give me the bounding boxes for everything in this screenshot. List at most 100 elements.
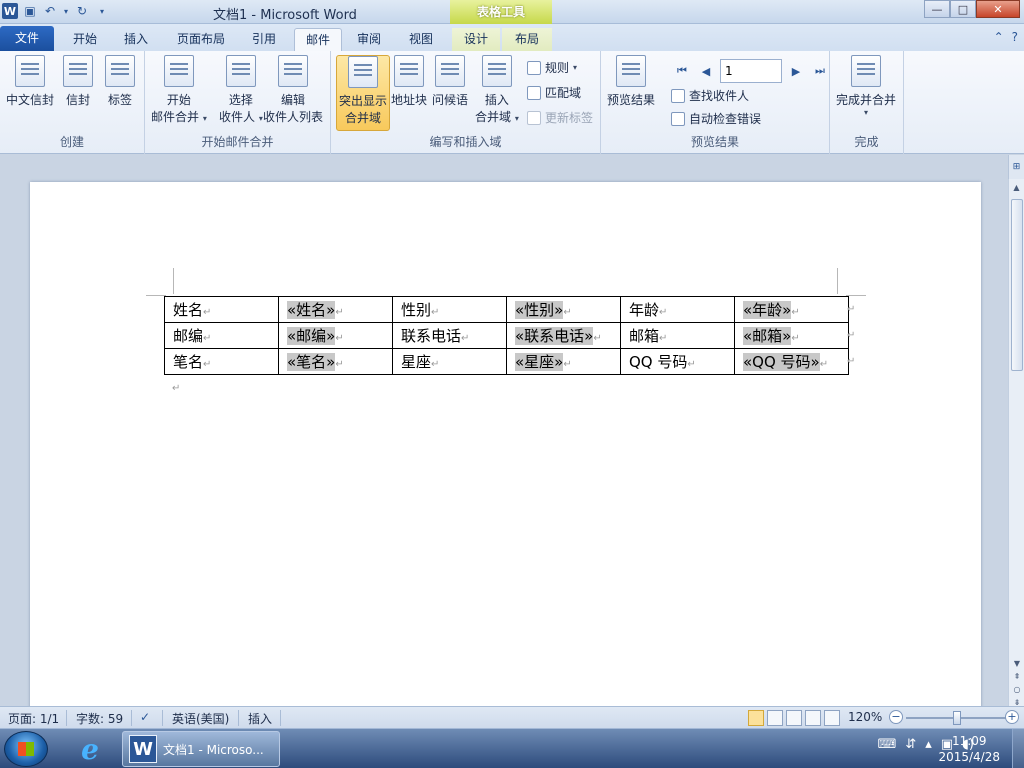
greeting-line-button[interactable]: 问候语 [432, 55, 468, 108]
previous-page-icon[interactable]: ⇞ [1014, 672, 1021, 681]
highlight-merge-fields-button[interactable]: 突出显示 合并域 [336, 55, 391, 131]
internet-explorer-icon[interactable]: e [66, 732, 114, 766]
edit-recipient-list-button[interactable]: 编辑 收件人列表 [263, 55, 323, 125]
auto-check-errors-button[interactable]: 自动检查错误 [671, 110, 761, 127]
table-cell[interactable]: 笔名↵ [164, 348, 279, 375]
merge-field[interactable]: «星座» [515, 353, 564, 371]
merge-field[interactable]: «联系电话» [515, 327, 594, 345]
tab-mailings[interactable]: 邮件 [294, 28, 342, 51]
web-layout-icon[interactable] [786, 710, 802, 726]
close-button[interactable]: ✕ [976, 0, 1020, 18]
customize-qat-icon[interactable]: ▾ [94, 3, 110, 19]
save-icon[interactable]: ▣ [22, 3, 38, 19]
table-cell[interactable]: «星座»↵ [506, 348, 621, 375]
redo-icon[interactable]: ↻ [74, 3, 90, 19]
document-page[interactable] [30, 182, 981, 712]
tab-layout[interactable]: 布局 [502, 28, 552, 51]
zoom-out-icon[interactable]: − [889, 710, 903, 724]
table-cell[interactable]: «QQ 号码»↵ [734, 348, 849, 375]
merge-field[interactable]: «姓名» [287, 301, 336, 319]
outline-view-icon[interactable] [805, 710, 821, 726]
merge-field[interactable]: «年龄» [743, 301, 792, 319]
tab-file[interactable]: 文件 [0, 26, 54, 51]
rules-button[interactable]: 规则 ▾ [527, 59, 577, 76]
table-cell[interactable]: «年龄»↵ [734, 296, 849, 323]
tab-page-layout[interactable]: 页面布局 [168, 28, 234, 51]
tab-review[interactable]: 审阅 [348, 28, 390, 51]
table-cell[interactable]: «性别»↵ [506, 296, 621, 323]
preview-results-button[interactable]: 预览结果 [607, 55, 655, 108]
word-count[interactable]: 字数: 59 [76, 710, 123, 727]
zoom-level[interactable]: 120% [848, 710, 882, 724]
address-block-button[interactable]: 地址块 [391, 55, 427, 108]
table-cell[interactable]: 性别↵ [392, 296, 507, 323]
table-cell[interactable]: QQ 号码↵ [620, 348, 735, 375]
table-cell[interactable]: 邮编↵ [164, 322, 279, 349]
print-layout-view-icon[interactable] [748, 710, 764, 726]
merge-field[interactable]: «笔名» [287, 353, 336, 371]
table-cell[interactable]: «邮编»↵ [278, 322, 393, 349]
zoom-slider-knob[interactable] [953, 711, 961, 725]
envelopes-button[interactable]: 信封 [63, 55, 93, 108]
match-fields-button[interactable]: 匹配域 [527, 84, 581, 101]
start-button[interactable] [4, 731, 48, 767]
table-cell[interactable]: «姓名»↵ [278, 296, 393, 323]
table-cell[interactable]: 年龄↵ [620, 296, 735, 323]
tab-view[interactable]: 视图 [400, 28, 442, 51]
language-bar-icon[interactable]: ⇵ [905, 737, 916, 752]
table-cell[interactable]: «邮箱»↵ [734, 322, 849, 349]
table-cell[interactable]: 联系电话↵ [392, 322, 507, 349]
insert-mode[interactable]: 插入 [248, 710, 272, 727]
help-icon[interactable]: ? [1012, 30, 1018, 44]
draft-view-icon[interactable] [824, 710, 840, 726]
clock[interactable]: 11:09 2015/4/28 [938, 733, 1000, 765]
maximize-button[interactable]: □ [950, 0, 976, 18]
vertical-scrollbar[interactable]: ▲ ▼ ⇞ ○ ⇟ [1008, 179, 1024, 707]
tab-design[interactable]: 设计 [452, 28, 500, 51]
zoom-in-icon[interactable]: + [1005, 710, 1019, 724]
merge-field[interactable]: «QQ 号码» [743, 353, 820, 371]
minimize-ribbon-icon[interactable]: ⌃ [994, 30, 1004, 44]
select-browse-object-icon[interactable]: ○ [1014, 685, 1021, 694]
tab-home[interactable]: 开始 [60, 28, 110, 51]
insert-merge-field-button[interactable]: 插入 合并域 ▾ [475, 55, 519, 125]
show-hidden-icons-icon[interactable]: ▴ [925, 737, 932, 752]
keyboard-icon[interactable]: ⌨ [878, 737, 897, 752]
next-record-icon[interactable]: ▶ [786, 62, 806, 80]
merge-field[interactable]: «性别» [515, 301, 564, 319]
update-labels-button[interactable]: 更新标签 [527, 109, 593, 126]
table-cell[interactable]: 星座↵ [392, 348, 507, 375]
table-cell[interactable]: 邮箱↵ [620, 322, 735, 349]
scroll-up-icon[interactable]: ▲ [1009, 179, 1024, 195]
select-recipients-button[interactable]: 选择 收件人 ▾ [219, 55, 263, 125]
first-record-icon[interactable]: ⏮ [672, 62, 692, 80]
record-number-input[interactable] [720, 59, 782, 83]
scroll-thumb[interactable] [1011, 199, 1023, 371]
tab-references[interactable]: 引用 [244, 28, 284, 51]
start-mail-merge-button[interactable]: 开始 邮件合并 ▾ [151, 55, 207, 125]
proofing-icon[interactable]: ✓ [140, 710, 150, 724]
view-ruler-icon[interactable]: ⊞ [1008, 155, 1024, 179]
previous-record-icon[interactable]: ◀ [696, 62, 716, 80]
tab-insert[interactable]: 插入 [114, 28, 158, 51]
labels-button[interactable]: 标签 [105, 55, 135, 108]
chinese-envelope-button[interactable]: 中文信封 [6, 55, 54, 108]
merge-field[interactable]: «邮箱» [743, 327, 792, 345]
full-screen-reading-icon[interactable] [767, 710, 783, 726]
finish-merge-button[interactable]: 完成并合并 ▾ [836, 55, 896, 117]
last-record-icon[interactable]: ⏭ [810, 62, 830, 80]
dropdown-arrow-icon[interactable]: ▾ [62, 3, 70, 19]
table-cell[interactable]: «笔名»↵ [278, 348, 393, 375]
page-count[interactable]: 页面: 1/1 [8, 710, 59, 727]
language[interactable]: 英语(美国) [172, 710, 229, 727]
merge-field[interactable]: «邮编» [287, 327, 336, 345]
table-cell[interactable]: 姓名↵ [164, 296, 279, 323]
table-cell[interactable]: «联系电话»↵ [506, 322, 621, 349]
merge-table[interactable]: 姓名↵ «姓名»↵ 性别↵ «性别»↵ 年龄↵ «年龄»↵ 邮编↵ «邮编»↵ … [164, 296, 849, 375]
undo-icon[interactable]: ↶ [42, 3, 58, 19]
scroll-down-icon[interactable]: ▼ [1014, 659, 1020, 668]
find-recipient-button[interactable]: 查找收件人 [671, 87, 749, 104]
show-desktop-button[interactable] [1012, 729, 1024, 768]
taskbar-word-button[interactable]: W 文档1 - Microso... [122, 731, 280, 767]
minimize-button[interactable]: — [924, 0, 950, 18]
